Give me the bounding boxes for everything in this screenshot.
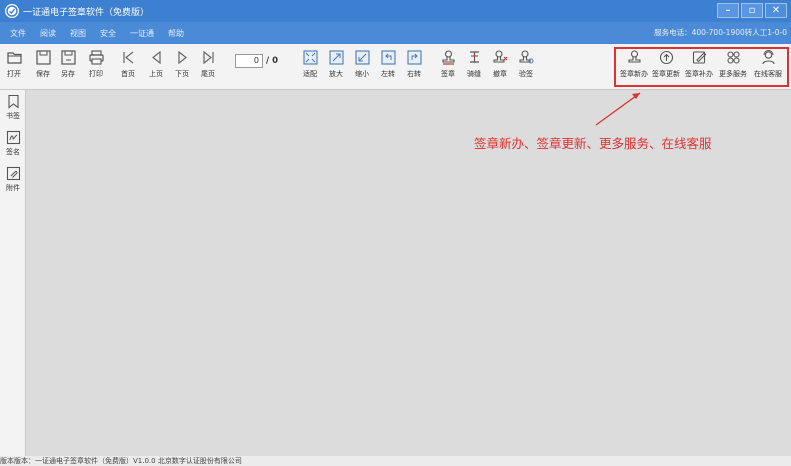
annotation-arrow — [595, 92, 641, 126]
status-bar: 版本版本：一证通电子签章软件（免费版）V1.0.0 北京数字认证股份有限公司 — [0, 456, 791, 466]
annotation-text: 签章新办、签章更新、更多服务、在线客服 — [474, 136, 712, 151]
